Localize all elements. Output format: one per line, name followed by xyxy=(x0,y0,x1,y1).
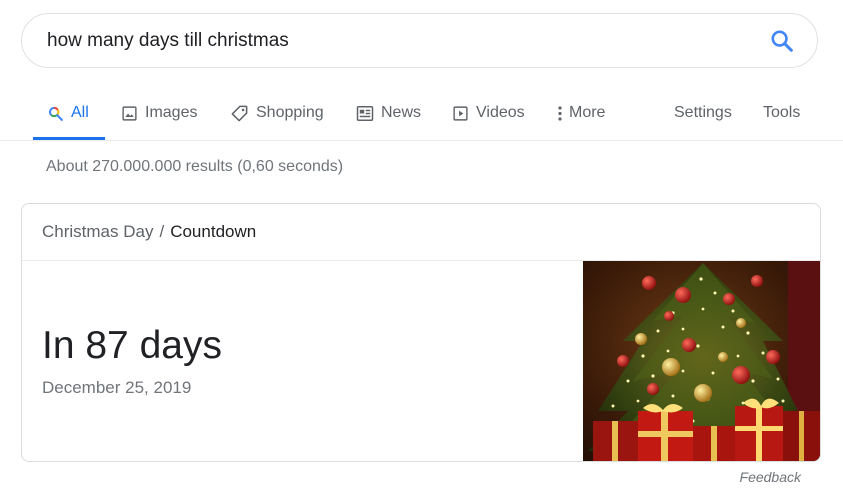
result-stats: About 270.000.000 results (0,60 seconds) xyxy=(46,158,344,175)
breadcrumb-parent-link[interactable]: Christmas Day xyxy=(42,222,153,241)
search-icon xyxy=(47,105,64,122)
tab-label: Shopping xyxy=(256,104,324,121)
tools-link[interactable]: Tools xyxy=(763,101,800,125)
christmas-tree-image[interactable] xyxy=(583,261,821,462)
search-icon[interactable] xyxy=(769,28,795,54)
tab-shopping[interactable]: Shopping xyxy=(230,101,324,125)
feedback-link[interactable]: Feedback xyxy=(740,469,801,485)
settings-label: Settings xyxy=(674,104,732,121)
news-icon xyxy=(356,105,374,122)
search-tabs: All Images Shopping News Videos More Set… xyxy=(0,88,843,141)
tab-news[interactable]: News xyxy=(356,101,421,125)
breadcrumb-separator: / xyxy=(159,222,165,241)
breadcrumb-current: Countdown xyxy=(170,222,257,241)
tools-label: Tools xyxy=(763,104,801,121)
tab-images[interactable]: Images xyxy=(121,101,197,125)
search-results-page: All Images Shopping xyxy=(0,0,843,491)
tab-label: News xyxy=(381,104,422,121)
more-vert-icon xyxy=(557,105,563,122)
search-box xyxy=(21,13,818,68)
tab-videos[interactable]: Videos xyxy=(452,101,525,125)
tab-label: Videos xyxy=(476,104,525,121)
tab-label: More xyxy=(569,104,606,121)
image-icon xyxy=(121,105,138,122)
settings-link[interactable]: Settings xyxy=(674,101,732,125)
tag-icon xyxy=(230,104,249,123)
video-icon xyxy=(452,105,469,122)
tab-more[interactable]: More xyxy=(557,101,605,125)
tabs-divider xyxy=(0,140,843,141)
breadcrumb: Christmas Day / Countdown xyxy=(42,222,256,242)
card-header: Christmas Day / Countdown xyxy=(22,204,820,261)
countdown-card: Christmas Day / Countdown In 87 days Decem… xyxy=(21,203,821,462)
tab-label: All xyxy=(71,104,89,121)
tab-label: Images xyxy=(145,104,198,121)
countdown-date: December 25, 2019 xyxy=(42,378,192,397)
tab-all[interactable]: All xyxy=(47,101,89,125)
countdown-text: In 87 days xyxy=(42,324,222,367)
search-input[interactable] xyxy=(47,28,737,54)
